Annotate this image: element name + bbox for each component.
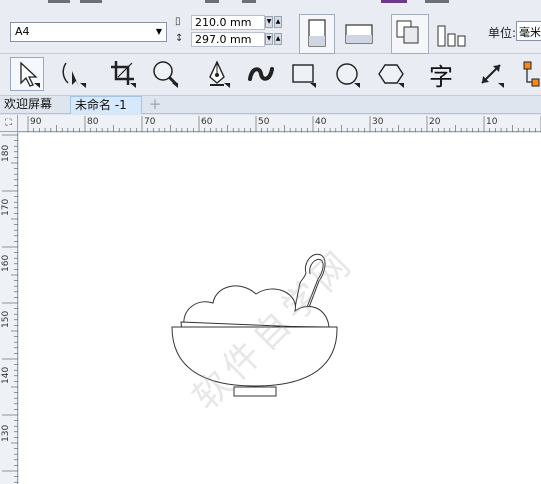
page-height-field[interactable]: ↕ 297.0 mm ▼ ▲ [175, 32, 285, 48]
toolbar-edge [205, 0, 219, 3]
connector-icon [523, 61, 540, 87]
page-height-value[interactable]: 297.0 mm [191, 32, 265, 47]
landscape-icon[interactable] [340, 20, 376, 50]
hexagon-icon [378, 64, 404, 88]
ruler-label: 70 [144, 117, 156, 127]
ellipse-icon [336, 63, 360, 88]
page-size-select[interactable]: A4 ▼ [10, 22, 167, 42]
rectangle-tool-button[interactable] [286, 57, 320, 91]
ruler-label: 80 [87, 117, 99, 127]
chevron-down-icon: ▼ [155, 27, 162, 36]
ruler-label: 20 [429, 117, 441, 127]
ruler-label: 40 [315, 117, 327, 127]
height-icon: ↕ [175, 33, 184, 44]
height-decrement-button[interactable]: ▼ [265, 33, 273, 45]
toolbar-edge [48, 0, 70, 3]
crop-icon [111, 61, 136, 88]
toolbar-edge [425, 0, 449, 3]
toolbar-edge [381, 0, 407, 3]
width-icon: ▯ [175, 16, 181, 27]
text-tool-button[interactable]: 字 [424, 57, 458, 91]
toolbar-edge [242, 0, 256, 3]
magnifier-icon [153, 61, 179, 88]
artistic-media-tool-button[interactable] [244, 57, 278, 91]
toolbox: 字 [0, 54, 541, 96]
width-increment-button[interactable]: ▲ [274, 16, 282, 28]
pointer-icon [20, 61, 40, 88]
ruler-label: 50 [258, 117, 270, 127]
text-tool-glyph: 字 [429, 62, 453, 91]
ellipse-tool-button[interactable] [330, 57, 364, 91]
page-width-value[interactable]: 210.0 mm [191, 15, 265, 30]
pick-tool-button[interactable] [10, 57, 44, 91]
current-page-icon[interactable] [436, 22, 472, 52]
shape-tool-icon [62, 62, 86, 88]
horizontal-ruler[interactable]: 90 80 70 60 50 40 30 20 10 [18, 115, 541, 132]
ruler-label: 140 [1, 366, 11, 384]
height-increment-button[interactable]: ▲ [274, 33, 282, 45]
units-value: 毫米 [519, 26, 541, 39]
ruler-label: 30 [372, 117, 384, 127]
drawing-canvas[interactable]: 软件自学网 [19, 133, 541, 484]
crop-tool-button[interactable] [106, 57, 140, 91]
all-pages-button[interactable] [391, 14, 429, 54]
width-decrement-button[interactable]: ▼ [265, 16, 273, 28]
portrait-icon [308, 19, 326, 47]
zoom-tool-button[interactable] [148, 57, 182, 91]
pen-tool-button[interactable] [200, 57, 234, 91]
dimension-icon [481, 64, 504, 88]
property-bar: A4 ▼ ▯ 210.0 mm ▼ ▲ ↕ 297.0 mm ▼ ▲ 单位: 毫… [0, 6, 541, 54]
ruler-label: 170 [1, 198, 11, 216]
page-width-field[interactable]: ▯ 210.0 mm ▼ ▲ [175, 15, 285, 31]
tab-welcome-screen[interactable]: 欢迎屏幕 [0, 96, 70, 114]
rectangle-icon [292, 64, 316, 88]
page-size-value: A4 [15, 25, 30, 38]
units-select[interactable]: 毫米 [516, 21, 541, 41]
ruler-label: 60 [201, 117, 213, 127]
shape-tool-button[interactable] [56, 57, 90, 91]
polygon-tool-button[interactable] [374, 57, 408, 91]
all-pages-icon [396, 20, 419, 44]
toolbar-edge [80, 0, 102, 3]
portrait-button[interactable] [299, 14, 335, 54]
vertical-ruler[interactable]: 180 170 160 150 140 130 [0, 132, 18, 484]
ruler-label: 180 [1, 144, 11, 162]
ruler-label: 130 [1, 424, 11, 442]
add-tab-button[interactable]: + [146, 96, 164, 114]
connector-tool-button[interactable] [514, 57, 541, 91]
ruler-label: 160 [1, 254, 11, 272]
document-tabs: 欢迎屏幕 未命名 -1 + [0, 96, 541, 114]
pen-nib-icon [209, 60, 230, 88]
ruler-label: 150 [1, 310, 11, 328]
ruler-label: 10 [486, 117, 498, 127]
dimension-tool-button[interactable] [474, 57, 508, 91]
units-label: 单位: [488, 26, 517, 40]
ruler-label: 90 [30, 117, 42, 127]
tab-untitled-1[interactable]: 未命名 -1 [70, 96, 142, 114]
brush-stroke-icon [248, 67, 274, 81]
ruler-origin-icon[interactable]: ⛶ [0, 115, 18, 132]
